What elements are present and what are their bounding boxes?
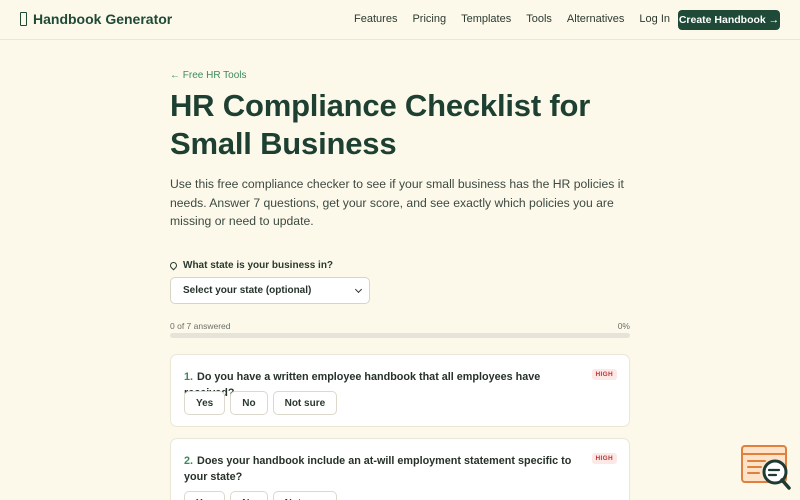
priority-badge: HIGH [591,453,617,464]
nav-alternatives[interactable]: Alternatives [567,13,624,25]
answer-no-button[interactable]: No [230,391,268,415]
answer-not-sure-button[interactable]: Not sure [272,491,338,500]
state-label: What state is your business in? [168,260,630,271]
question-label: Does your handbook include an at-will em… [184,455,572,483]
brand-name: Handbook Generator [33,11,173,27]
priority-badge: HIGH [591,369,617,380]
answer-options: Yes No Not sure [184,491,338,500]
question-card-1: 1. Do you have a written employee handboo… [170,354,630,427]
map-pin-icon [168,260,179,271]
brand-logo[interactable]: Handbook Generator [20,11,172,27]
chat-widget-button[interactable] [741,444,791,490]
back-to-free-hr-tools-link[interactable]: ← Free HR Tools [170,70,630,81]
page-title: HR Compliance Checklist for Small Busine… [170,88,591,161]
hero-section: ← Free HR Tools HR Compliance Checklist … [170,70,630,231]
top-nav-bar: Handbook Generator Features Pricing Temp… [0,0,800,40]
answer-not-sure-button[interactable]: Not sure [272,391,338,415]
progress-percent-text: 0% [617,321,630,331]
intro-text: Use this free compliance checker to see … [170,177,624,228]
state-selector-block: What state is your business in? Select y… [168,260,630,304]
nav-tools[interactable]: Tools [526,13,552,25]
main-nav: Features Pricing Templates Tools Alterna… [354,13,670,25]
book-icon [20,12,27,26]
chevron-down-icon [354,285,363,293]
nav-pricing[interactable]: Pricing [412,13,446,25]
nav-templates[interactable]: Templates [461,13,511,25]
question-text: 2. Does your handbook include an at-will … [184,453,574,485]
progress-row: 0 of 7 answered 0% [170,321,630,331]
create-handbook-button[interactable]: Create Handbook → [678,10,780,30]
chat-search-icon [741,445,791,490]
progress-answered-text: 0 of 7 answered [170,321,231,331]
answer-no-button[interactable]: No [230,491,268,500]
nav-login[interactable]: Log In [639,13,670,25]
answer-yes-button[interactable]: Yes [184,391,226,415]
question-number: 1. [184,371,194,383]
nav-features[interactable]: Features [354,13,397,25]
question-card-2: 2. Does your handbook include an at-will … [170,438,630,500]
progress-bar [170,333,630,338]
answer-yes-button[interactable]: Yes [184,491,226,500]
state-select[interactable]: Select your state (optional) [170,277,370,304]
state-select-value: Select your state (optional) [183,285,312,296]
question-number: 2. [184,455,194,467]
state-label-text: What state is your business in? [183,260,334,271]
answer-options: Yes No Not sure [184,391,338,415]
